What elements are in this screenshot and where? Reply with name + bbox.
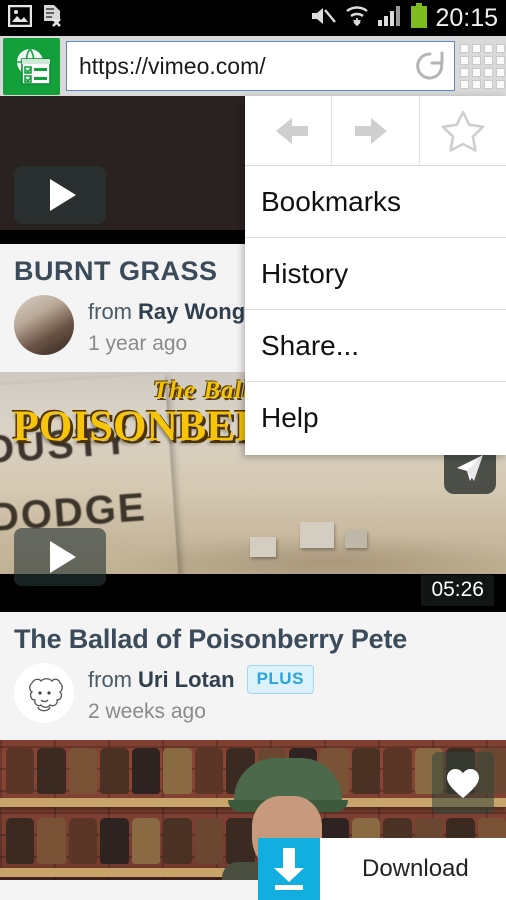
menu-forward-button[interactable] bbox=[332, 96, 420, 165]
browser-toolbar: https://vimeo.com/ bbox=[0, 36, 506, 96]
menu-item-help[interactable]: Help bbox=[245, 382, 506, 454]
download-toast[interactable]: Download bbox=[258, 838, 506, 900]
file-remove-icon bbox=[41, 4, 63, 33]
status-bar-clock: 20:15 bbox=[435, 3, 498, 32]
from-label: from bbox=[88, 666, 132, 692]
avatar[interactable] bbox=[14, 663, 74, 723]
menu-item-bookmarks[interactable]: Bookmarks bbox=[245, 166, 506, 238]
download-arrow-icon bbox=[258, 838, 320, 900]
image-icon bbox=[7, 4, 33, 32]
video-age: 2 weeks ago bbox=[88, 700, 206, 723]
avatar[interactable] bbox=[14, 295, 74, 355]
menu-item-history[interactable]: History bbox=[245, 238, 506, 310]
wifi-icon bbox=[344, 4, 370, 33]
status-bar-right-icons: 20:15 bbox=[309, 2, 506, 34]
mute-icon bbox=[309, 4, 337, 33]
menu-item-share[interactable]: Share... bbox=[245, 310, 506, 382]
battery-icon bbox=[410, 2, 428, 34]
shack bbox=[250, 537, 276, 557]
reload-icon[interactable] bbox=[414, 50, 446, 82]
grid-tabs-icon[interactable] bbox=[458, 36, 506, 96]
menu-bookmark-star-button[interactable] bbox=[420, 96, 506, 165]
video-author[interactable]: Ray Wong bbox=[138, 299, 245, 325]
shack bbox=[300, 522, 334, 548]
status-bar: 20:15 bbox=[0, 0, 506, 36]
from-label: from bbox=[88, 298, 132, 324]
download-label: Download bbox=[362, 855, 469, 882]
green-checklist-globe-icon[interactable] bbox=[3, 38, 60, 95]
signal-icon bbox=[377, 5, 403, 32]
url-text[interactable]: https://vimeo.com/ bbox=[79, 53, 414, 80]
video-title[interactable]: The Ballad of Poisonberry Pete bbox=[14, 624, 492, 655]
plus-badge: PLUS bbox=[246, 665, 314, 694]
video-duration: 05:26 bbox=[421, 575, 494, 606]
menu-nav-row bbox=[245, 96, 506, 166]
play-icon[interactable] bbox=[14, 166, 106, 224]
status-bar-left-icons bbox=[0, 4, 63, 33]
video-author[interactable]: Uri Lotan bbox=[138, 667, 235, 693]
video-byline: from Uri Lotan PLUS bbox=[88, 665, 314, 694]
browser-overflow-menu: Bookmarks History Share... Help bbox=[245, 96, 506, 455]
play-icon[interactable] bbox=[14, 528, 106, 586]
shack bbox=[345, 530, 367, 548]
video-meta: The Ballad of Poisonberry Pete from Uri … bbox=[0, 612, 506, 740]
heart-icon[interactable] bbox=[432, 752, 494, 814]
url-bar[interactable]: https://vimeo.com/ bbox=[66, 41, 455, 91]
menu-back-button[interactable] bbox=[245, 96, 333, 165]
